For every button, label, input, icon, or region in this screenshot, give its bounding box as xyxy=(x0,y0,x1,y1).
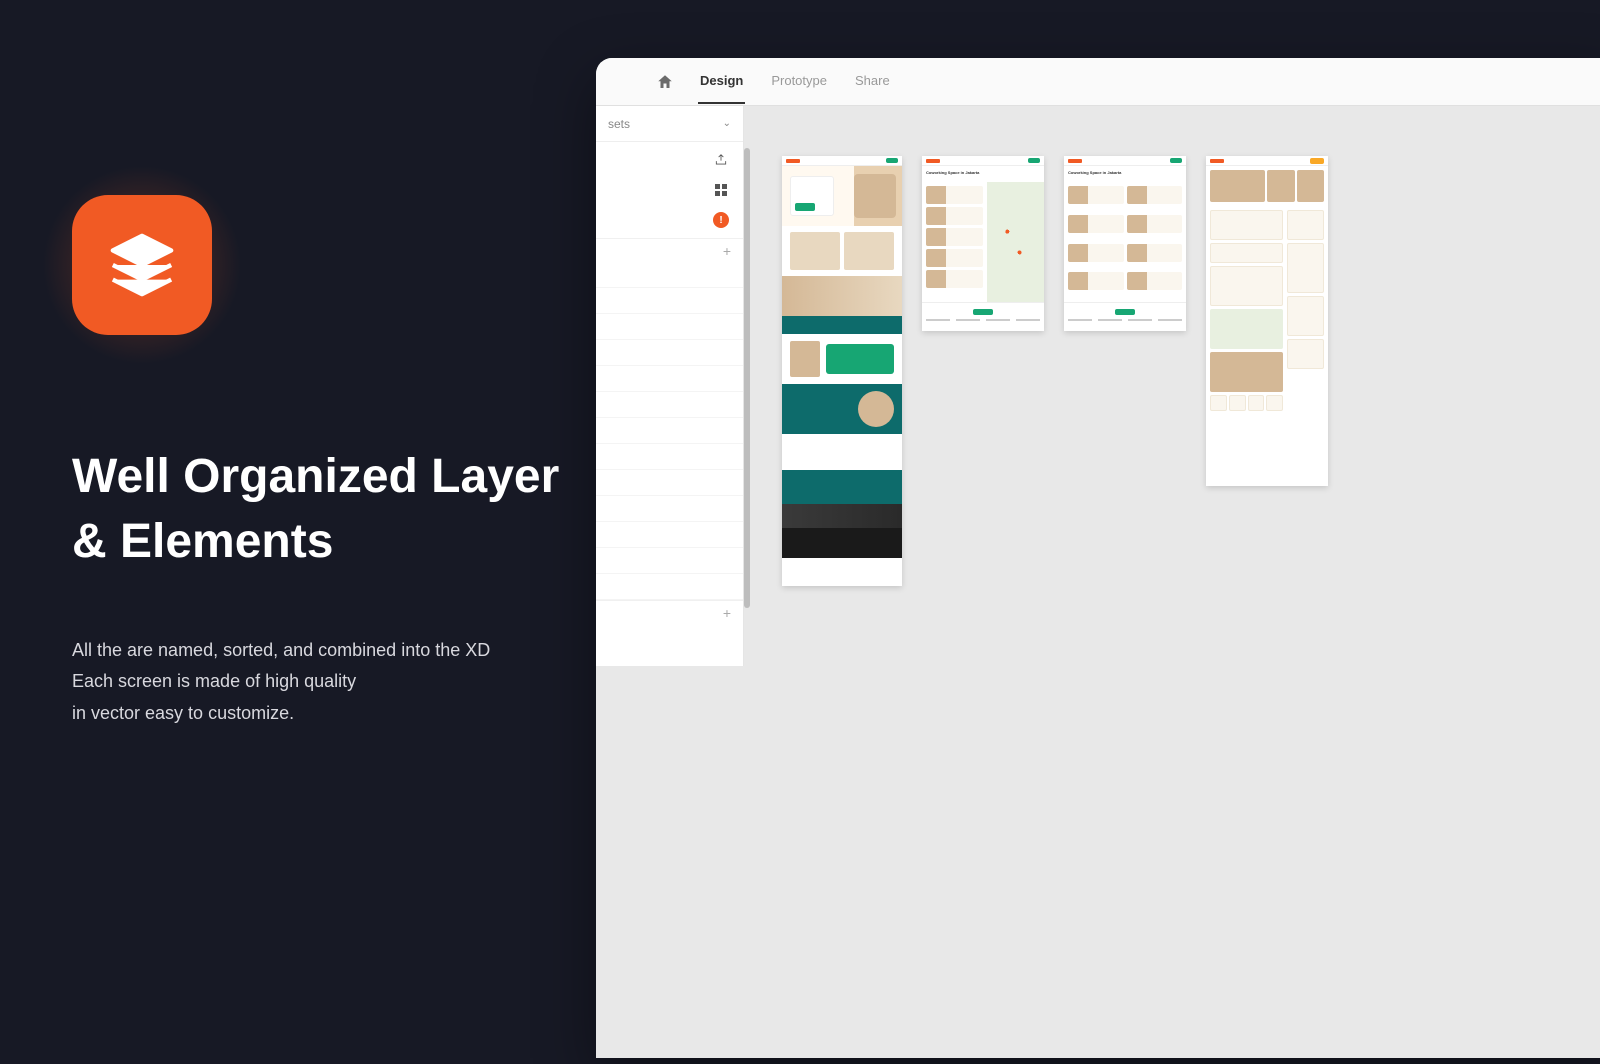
promo-section: Well Organized Layer & Elements All the … xyxy=(72,195,572,729)
menu-icon[interactable] xyxy=(614,75,632,89)
panel-header: sets ⌄ xyxy=(596,106,743,142)
warning-icon[interactable]: ! xyxy=(713,212,729,228)
layer-row[interactable] xyxy=(596,470,743,496)
layer-row[interactable] xyxy=(596,574,743,600)
artboard-title: Coworking Space in Jakarta xyxy=(1068,170,1182,178)
promo-heading: Well Organized Layer & Elements xyxy=(72,445,572,575)
map-preview xyxy=(987,182,1044,302)
layer-list xyxy=(596,262,743,600)
layers-icon xyxy=(72,195,212,335)
artboard-listing-grid[interactable]: Coworking Space in Jakarta xyxy=(1064,156,1186,331)
artboard-title: Coworking Space in Jakarta xyxy=(926,170,1040,178)
layer-row[interactable] xyxy=(596,496,743,522)
chevron-down-icon[interactable]: ⌄ xyxy=(723,118,731,129)
promo-description: All the are named, sorted, and combined … xyxy=(72,635,572,730)
add-layer-button[interactable]: + xyxy=(596,600,743,624)
xd-app-window: Design Prototype Share sets ⌄ ! + xyxy=(596,58,1600,1058)
tab-prototype[interactable]: Prototype xyxy=(769,59,829,104)
layer-row[interactable] xyxy=(596,340,743,366)
artboard-detail[interactable] xyxy=(1206,156,1328,486)
export-icon[interactable] xyxy=(713,152,729,168)
artboard-listing-map[interactable]: Coworking Space in Jakarta xyxy=(922,156,1044,331)
xd-canvas[interactable]: Coworking Space in Jakarta Coworking Spa… xyxy=(752,106,1600,1058)
layer-row[interactable] xyxy=(596,262,743,288)
tab-share[interactable]: Share xyxy=(853,59,892,104)
layer-row[interactable] xyxy=(596,314,743,340)
artboard-landing[interactable] xyxy=(782,156,902,586)
layer-row[interactable] xyxy=(596,418,743,444)
layer-row[interactable] xyxy=(596,548,743,574)
assets-panel: sets ⌄ ! + + xyxy=(596,106,744,666)
grid-view-icon[interactable] xyxy=(713,182,729,198)
layer-row[interactable] xyxy=(596,288,743,314)
add-section-button[interactable]: + xyxy=(596,238,743,262)
panel-scrollbar[interactable] xyxy=(744,148,750,608)
xd-toolbar: Design Prototype Share xyxy=(596,58,1600,106)
layer-row[interactable] xyxy=(596,392,743,418)
panel-title: sets xyxy=(608,117,630,131)
layer-row[interactable] xyxy=(596,444,743,470)
layer-row[interactable] xyxy=(596,366,743,392)
layer-row[interactable] xyxy=(596,522,743,548)
tab-design[interactable]: Design xyxy=(698,59,745,104)
home-icon[interactable] xyxy=(656,73,674,91)
